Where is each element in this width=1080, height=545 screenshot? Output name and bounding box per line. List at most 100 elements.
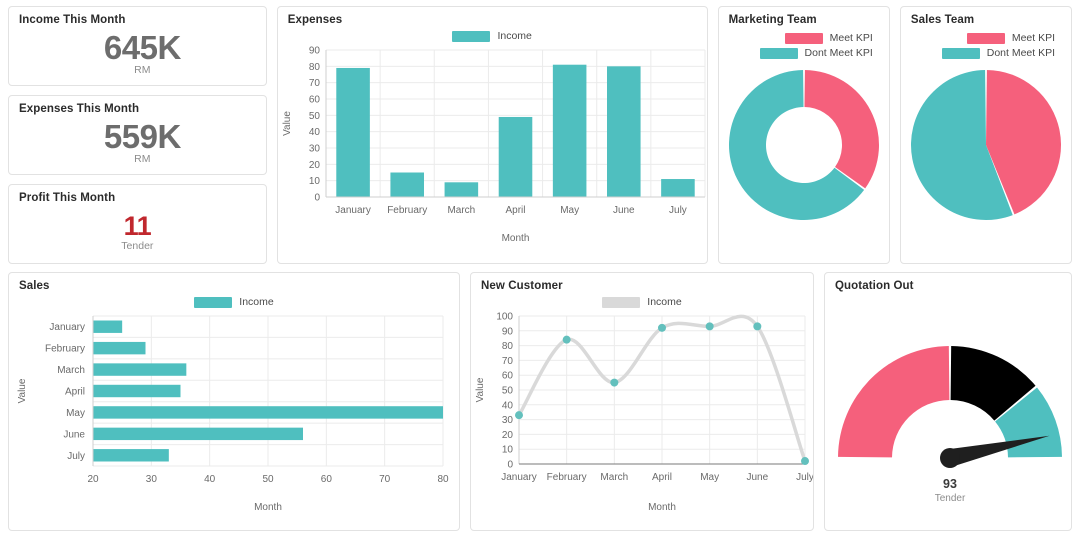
svg-text:70: 70 (309, 78, 321, 89)
legend-swatch-dont-meet-kpi (941, 47, 980, 59)
chart-title-quotation-out: Quotation Out (835, 280, 914, 292)
svg-text:70: 70 (379, 474, 391, 485)
svg-text:80: 80 (502, 341, 514, 352)
kpi-title-expenses: Expenses This Month (19, 103, 140, 115)
svg-text:June: June (746, 472, 768, 483)
legend-item-dont-meet-kpi[interactable]: Dont Meet KPI (759, 47, 873, 59)
svg-text:April: April (505, 205, 525, 216)
kpi-body-profit: 11 Tender (9, 205, 266, 263)
svg-text:10: 10 (309, 176, 321, 187)
chart-card-marketing-team: Marketing Team Meet KPI Dont Meet KPI (717, 6, 890, 264)
svg-text:30: 30 (502, 415, 514, 426)
chart-title-expenses: Expenses (287, 14, 343, 26)
svg-text:June: June (63, 429, 85, 440)
svg-text:July: July (796, 472, 813, 483)
dashboard: Income This Month 645K RM Expenses This … (0, 0, 1080, 545)
svg-text:80: 80 (437, 474, 449, 485)
svg-text:50: 50 (502, 386, 514, 397)
chart-card-expenses: Expenses Income 0 10 20 30 40 50 60 70 80 90 Janua… (276, 6, 708, 264)
chart-card-quotation-out: Quotation Out 93 Tender (824, 272, 1072, 531)
legend-item-meet-kpi[interactable]: Meet KPI (966, 32, 1056, 44)
kpi-unit-income: RM (134, 64, 151, 76)
legend-item-dont-meet-kpi[interactable]: Dont Meet KPI (941, 47, 1055, 59)
kpi-card-expenses: Expenses This Month 559K RM (8, 95, 267, 175)
legend-label-income: Income (647, 296, 682, 308)
svg-text:January: January (335, 205, 371, 216)
svg-text:70: 70 (502, 356, 514, 367)
svg-text:50: 50 (309, 111, 321, 122)
svg-text:March: March (600, 472, 628, 483)
svg-text:January: January (501, 472, 537, 483)
svg-text:May: May (66, 408, 85, 419)
svg-text:February: February (45, 344, 85, 355)
kpi-value-profit: 11 (123, 210, 152, 241)
svg-text:60: 60 (502, 371, 514, 382)
svg-text:10: 10 (502, 445, 514, 456)
legend-swatch-meet-kpi (966, 32, 1005, 44)
svg-text:Value: Value (475, 377, 486, 402)
chart-title-sales-team: Sales Team (910, 14, 975, 26)
svg-text:Value: Value (282, 111, 293, 136)
svg-text:60: 60 (309, 95, 321, 106)
legend-label-meet-kpi: Meet KPI (829, 32, 873, 44)
plot-area-sales: 20 30 40 50 60 70 80 January February March April M… (9, 308, 459, 518)
plot-area-expenses: 0 10 20 30 40 50 60 70 80 90 January February March A… (278, 42, 707, 247)
kpi-title-income: Income This Month (19, 14, 126, 26)
svg-text:February: February (547, 472, 587, 483)
svg-text:0: 0 (314, 193, 320, 204)
svg-text:Month: Month (501, 233, 529, 244)
chart-title-sales: Sales (19, 280, 50, 292)
plot-area-new-customer: 0 10 20 30 40 50 60 70 80 90 100 January February Mar… (471, 308, 813, 518)
chart-card-sales: Sales Income 20 30 40 50 60 70 80 January Februa… (8, 272, 460, 531)
legend-swatch-income (452, 30, 491, 42)
donut-chart-marketing-team (719, 59, 889, 231)
svg-text:40: 40 (309, 127, 321, 138)
svg-text:April: April (652, 472, 672, 483)
gauge-chart-quotation-out: 93 Tender (825, 293, 1071, 518)
svg-text:March: March (57, 365, 85, 376)
svg-text:Month: Month (648, 502, 676, 513)
legend-label-income: Income (497, 30, 532, 42)
kpi-unit-profit: Tender (121, 239, 154, 252)
svg-text:90: 90 (309, 46, 321, 57)
dashboard-row-top: Income This Month 645K RM Expenses This … (8, 6, 1073, 264)
legend-item-income[interactable]: Income (602, 296, 682, 308)
svg-text:April: April (65, 387, 85, 398)
svg-text:January: January (49, 322, 85, 333)
svg-text:July: July (67, 451, 85, 462)
legend-swatch-income (194, 296, 233, 308)
legend-item-meet-kpi[interactable]: Meet KPI (784, 32, 873, 44)
svg-text:Tender: Tender (935, 493, 966, 504)
legend-label-meet-kpi: Meet KPI (1011, 32, 1056, 44)
pie-chart-sales-team (901, 59, 1071, 231)
kpi-column: Income This Month 645K RM Expenses This … (8, 6, 267, 264)
kpi-body-income: 645K RM (9, 27, 266, 85)
kpi-body-expenses: 559K RM (9, 116, 266, 174)
legend-label-dont-meet-kpi: Dont Meet KPI (804, 47, 873, 59)
chart-title-marketing-team: Marketing Team (728, 14, 817, 26)
svg-text:40: 40 (502, 400, 514, 411)
svg-text:0: 0 (507, 460, 513, 471)
svg-text:May: May (700, 472, 719, 483)
chart-legend-expenses: Income (278, 30, 707, 42)
chart-legend-sales: Income (9, 296, 459, 308)
svg-text:20: 20 (309, 160, 321, 171)
svg-text:80: 80 (309, 62, 321, 73)
svg-text:20: 20 (87, 474, 99, 485)
legend-swatch-income (602, 296, 641, 308)
kpi-value-expenses: 559K (103, 118, 181, 155)
svg-text:Month: Month (254, 502, 282, 513)
kpi-value-income: 645K (103, 29, 181, 66)
svg-text:30: 30 (146, 474, 158, 485)
chart-legend-sales-team: Meet KPI Dont Meet KPI (901, 32, 1071, 59)
legend-swatch-meet-kpi (784, 32, 823, 44)
svg-text:100: 100 (496, 312, 513, 323)
kpi-unit-expenses: RM (134, 153, 151, 165)
legend-item-income[interactable]: Income (194, 296, 274, 308)
svg-text:July: July (669, 205, 687, 216)
kpi-title-profit: Profit This Month (19, 192, 116, 204)
svg-text:60: 60 (321, 474, 333, 485)
legend-swatch-dont-meet-kpi (759, 47, 798, 59)
svg-text:90: 90 (502, 326, 514, 337)
legend-item-income[interactable]: Income (452, 30, 532, 42)
